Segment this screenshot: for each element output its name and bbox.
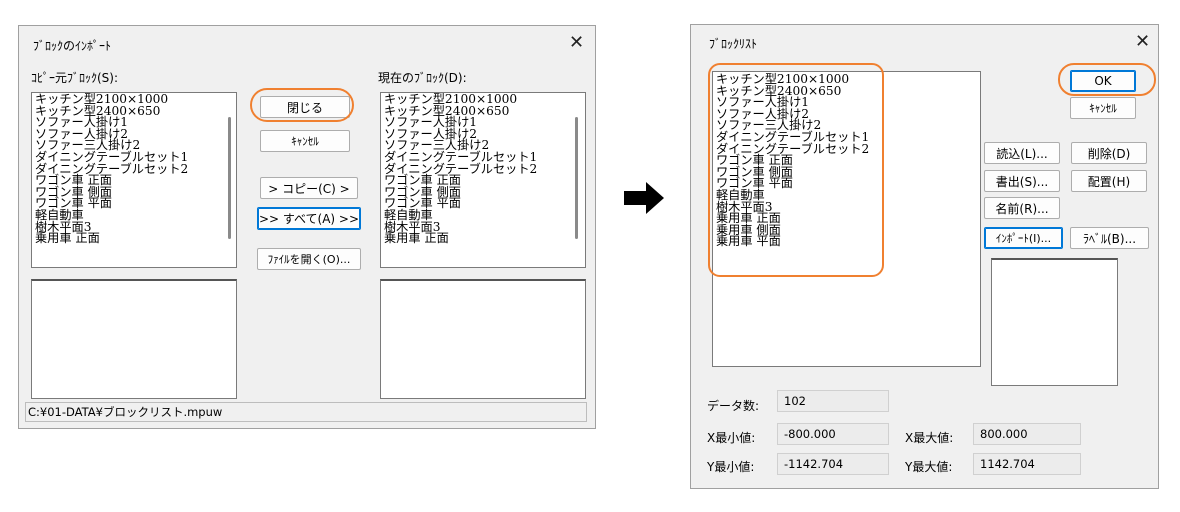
open-file-button[interactable]: ﾌｧｲﾙを開く(O)...: [257, 248, 361, 270]
source-items: キッチン型2100×1000 キッチン型2400×650 ソファー人掛け1 ソファー人…: [35, 93, 188, 245]
current-items: キッチン型2100×1000 キッチン型2400×650 ソファー人掛け1 ソファー人…: [384, 93, 537, 245]
copy-button[interactable]: > コピー(C) >: [260, 177, 358, 199]
right-arrow-icon: [624, 182, 664, 214]
y-max-label: Y最大値:: [905, 460, 953, 474]
place-button[interactable]: 配置(H): [1071, 170, 1147, 192]
close-icon[interactable]: ✕: [569, 34, 584, 52]
dialog-title: ﾌﾞﾛｯｸのｲﾝﾎﾟｰﾄ: [33, 39, 112, 53]
current-preview: [380, 279, 586, 399]
scrollbar[interactable]: [575, 117, 578, 239]
load-button[interactable]: 読込(L)...: [984, 142, 1060, 164]
x-min-value: -800.000: [777, 423, 889, 445]
x-max-label: X最大値:: [905, 431, 954, 445]
source-preview: [31, 279, 237, 399]
current-block-list[interactable]: キッチン型2100×1000 キッチン型2400×650 ソファー人掛け1 ソファー人…: [380, 92, 586, 268]
status-bar: C:¥01-DATA¥ブロックリスト.mpuw: [25, 402, 587, 422]
import-button[interactable]: ｲﾝﾎﾟｰﾄ(I)...: [984, 227, 1063, 249]
label-button[interactable]: ﾗﾍﾞﾙ(B)...: [1070, 227, 1149, 249]
y-min-value: -1142.704: [777, 453, 889, 475]
cancel-button[interactable]: ｷｬﾝｾﾙ: [260, 130, 350, 152]
cancel-button[interactable]: ｷｬﾝｾﾙ: [1070, 97, 1136, 119]
scrollbar[interactable]: [228, 117, 231, 239]
highlight-close-button: [250, 88, 354, 122]
close-icon[interactable]: ✕: [1135, 33, 1150, 51]
highlight-ok-button: [1058, 63, 1156, 96]
delete-button[interactable]: 削除(D): [1071, 142, 1147, 164]
copy-all-button[interactable]: >> すべて(A) >>: [257, 207, 361, 230]
copy-source-label: ｺﾋﾟｰ元ﾌﾞﾛｯｸ(S):: [31, 71, 119, 85]
x-max-value: 800.000: [973, 423, 1081, 445]
export-button[interactable]: 書出(S)...: [984, 170, 1060, 192]
source-block-list[interactable]: キッチン型2100×1000 キッチン型2400×650 ソファー人掛け1 ソファー人…: [31, 92, 237, 268]
rename-button[interactable]: 名前(R)...: [984, 197, 1060, 219]
x-min-label: X最小値:: [707, 431, 756, 445]
list-item[interactable]: 乗用車 正面: [35, 232, 188, 245]
data-count-label: データ数:: [707, 399, 760, 413]
dialog-title: ﾌﾞﾛｯｸﾘｽﾄ: [709, 37, 758, 51]
y-max-value: 1142.704: [973, 453, 1081, 475]
highlight-block-list: [708, 63, 884, 277]
list-item[interactable]: 乗用車 正面: [384, 232, 537, 245]
data-count-value: 102: [777, 390, 889, 412]
block-import-dialog: ﾌﾞﾛｯｸのｲﾝﾎﾟｰﾄ ✕ ｺﾋﾟｰ元ﾌﾞﾛｯｸ(S): 現在のﾌﾞﾛｯｸ(D…: [18, 25, 596, 429]
block-preview: [991, 258, 1118, 386]
y-min-label: Y最小値:: [707, 460, 755, 474]
current-blocks-label: 現在のﾌﾞﾛｯｸ(D):: [378, 71, 467, 85]
